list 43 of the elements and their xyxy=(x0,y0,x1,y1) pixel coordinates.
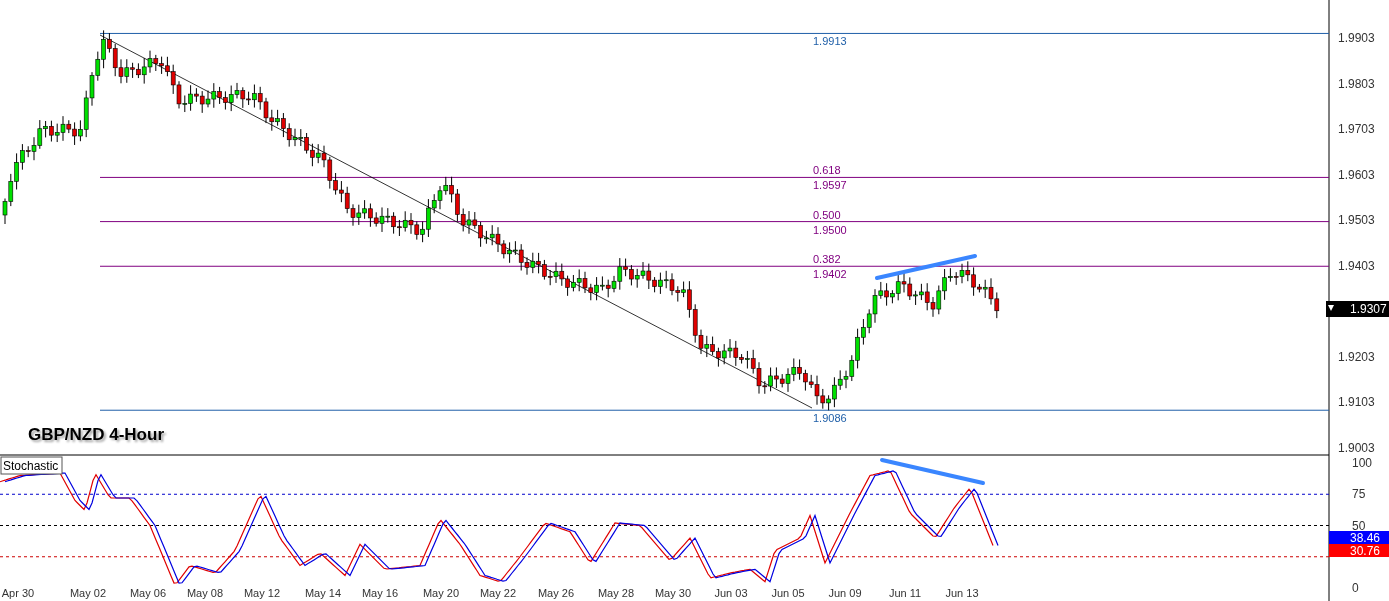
indicator-axis-label: 100 xyxy=(1352,456,1373,470)
date-axis-label: Jun 09 xyxy=(828,587,862,599)
price-axis-label: 1.9103 xyxy=(1338,395,1375,410)
date-axis-label: May 30 xyxy=(654,587,692,599)
price-axis-label: 1.9803 xyxy=(1338,76,1375,91)
date-axis-label: May 08 xyxy=(186,587,224,599)
date-axis-label: Jun 03 xyxy=(714,587,748,599)
date-axis-label: Apr 30 xyxy=(1,587,35,599)
date-axis-label: May 02 xyxy=(69,587,107,599)
date-axis-label: May 28 xyxy=(597,587,635,599)
date-axis-label: May 20 xyxy=(422,587,460,599)
date-axis-label: May 16 xyxy=(361,587,399,599)
date-axis-label: May 12 xyxy=(243,587,281,599)
level-price-label: 1.9597 xyxy=(813,179,847,192)
fib-ratio-label: 0.500 xyxy=(813,208,841,221)
current-price-tag: 1.9307 xyxy=(1326,301,1389,317)
price-axis-label: 1.9603 xyxy=(1338,167,1375,182)
level-price-label: 1.9913 xyxy=(813,35,847,48)
price-axis-label: 1.9503 xyxy=(1338,213,1375,228)
indicator-value: 30.76 xyxy=(1350,544,1381,558)
chart-title: GBP/NZD 4-Hour xyxy=(28,425,164,444)
level-price-label: 1.9402 xyxy=(813,268,847,281)
date-axis-label: May 14 xyxy=(304,587,342,599)
date-axis-label: Jun 05 xyxy=(771,587,805,599)
indicator-name-label: Stochastic xyxy=(0,456,63,475)
date-axis-label: Jun 11 xyxy=(888,587,922,599)
date-axis-label: May 26 xyxy=(537,587,575,599)
level-price-label: 1.9500 xyxy=(813,223,847,236)
indicator-axis-label: 50 xyxy=(1352,518,1366,533)
price-axis-label: 1.9003 xyxy=(1338,441,1375,456)
indicator-axis-label: 0 xyxy=(1352,581,1359,595)
date-axis-label: May 06 xyxy=(129,587,167,599)
fib-ratio-label: 0.382 xyxy=(813,253,841,266)
level-price-label: 1.9086 xyxy=(813,412,847,425)
indicator-value: 38.46 xyxy=(1350,531,1381,545)
fib-ratio-label: 0.618 xyxy=(813,164,841,177)
price-axis-label: 1.9703 xyxy=(1338,122,1375,137)
price-axis-label: 1.9203 xyxy=(1338,349,1375,364)
date-axis-label: Jun 13 xyxy=(945,587,979,599)
date-axis-label: May 22 xyxy=(479,587,517,599)
price-axis-label: 1.9903 xyxy=(1338,31,1375,45)
price-axis-label: 1.9403 xyxy=(1338,258,1375,273)
indicator-axis-label: 75 xyxy=(1352,487,1366,502)
